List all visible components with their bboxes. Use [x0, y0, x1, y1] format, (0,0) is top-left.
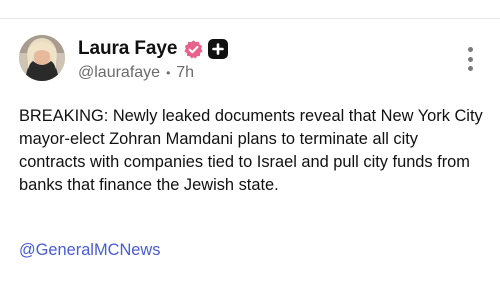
- more-dot: [467, 56, 473, 62]
- more-dot: [467, 66, 473, 71]
- author-handle[interactable]: @laurafaye: [78, 64, 160, 82]
- post-card: Laura Faye @laurafaye • 7h BREAKING: New…: [0, 19, 500, 282]
- separator-dot: •: [166, 66, 171, 80]
- avatar-photo: [19, 35, 65, 81]
- author-name[interactable]: Laura Faye: [78, 38, 177, 60]
- post-header: Laura Faye @laurafaye • 7h: [78, 36, 500, 82]
- more-dot: [467, 47, 473, 52]
- verified-check-icon: [184, 39, 203, 59]
- post-timestamp: 7h: [176, 64, 195, 81]
- more-vertical-icon[interactable]: [466, 47, 474, 71]
- plus-badge-icon: [208, 39, 229, 59]
- name-row: Laura Faye: [78, 36, 500, 62]
- handle-row: @laurafaye • 7h: [78, 64, 500, 82]
- mention-link[interactable]: @GeneralMCNews: [19, 241, 160, 260]
- post-body: BREAKING: Newly leaked documents reveal …: [19, 107, 483, 194]
- avatar[interactable]: [19, 35, 65, 81]
